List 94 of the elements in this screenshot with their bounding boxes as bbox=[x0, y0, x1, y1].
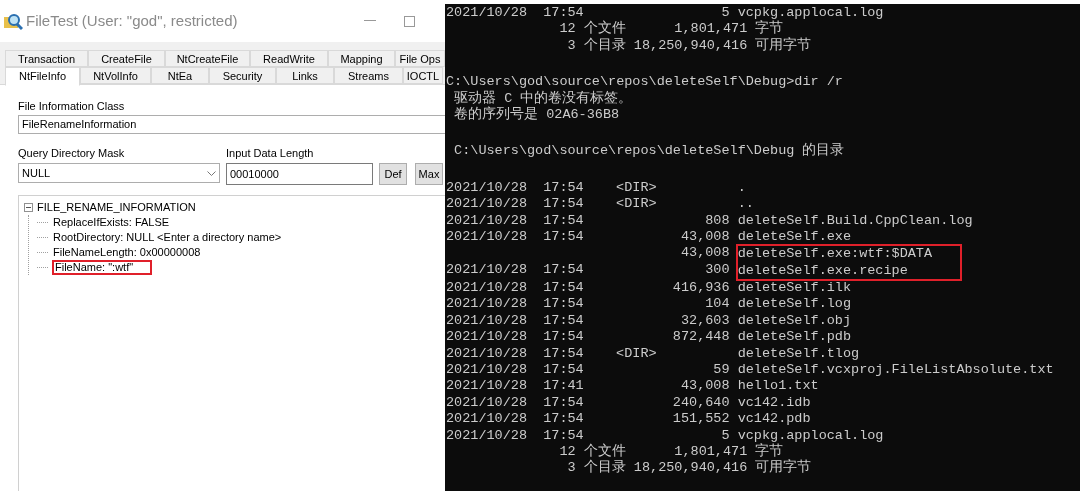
console-text: 2021/10/28 17:54 bbox=[446, 296, 584, 313]
collapse-icon[interactable] bbox=[24, 203, 33, 212]
console-text: 2021/10/28 17:54 bbox=[446, 345, 584, 363]
tab[interactable]: Transaction bbox=[5, 50, 88, 67]
field-label: File Information Class bbox=[18, 99, 126, 113]
file-name: vcpkg.applocal.log bbox=[737, 427, 884, 443]
tab[interactable]: ReadWrite bbox=[250, 50, 328, 67]
console-text: 43,008 bbox=[679, 378, 731, 395]
console-text: 2021/10/28 17:54 bbox=[446, 261, 584, 279]
console-text: 43,008 bbox=[679, 228, 731, 246]
console-text: 2021/10/28 17:54 bbox=[446, 280, 584, 297]
console-text: 2021/10/28 17:54 bbox=[446, 179, 584, 197]
console-text: 2021/10/28 17:54 bbox=[446, 394, 584, 412]
tree-item[interactable]: FILE_RENAME_INFORMATION bbox=[36, 199, 197, 216]
tab[interactable]: NtVolInfo bbox=[80, 67, 151, 84]
console-text: C:\Users\god\source\repos\deleteSelf\Debug>dir /r bbox=[446, 74, 844, 90]
console-text: 2021/10/28 17:54 bbox=[446, 212, 584, 229]
dropdown[interactable]: NULL bbox=[18, 163, 220, 183]
caret-icon bbox=[207, 170, 216, 176]
window-title: FileTest (User: "god", restricted) bbox=[26, 10, 238, 31]
console-text: 808 bbox=[704, 212, 731, 229]
console-text: 5 bbox=[720, 427, 731, 444]
console-text: 59 bbox=[712, 362, 731, 379]
console-text: 416,936 bbox=[671, 280, 731, 297]
console-text: 2021/10/28 17:54 bbox=[446, 329, 584, 346]
tab[interactable]: Security bbox=[209, 67, 276, 84]
tab[interactable]: IOCTL bbox=[403, 67, 443, 84]
file-name: vc142.idb bbox=[737, 394, 811, 412]
tab[interactable]: Mapping bbox=[328, 50, 395, 67]
console-text: 12 个文件 1,801,471 字节 bbox=[558, 444, 785, 459]
file-name: deleteSelf.exe.recipe bbox=[737, 262, 909, 280]
tree-item[interactable]: RootDirectory: NULL <Enter a directory name> bbox=[52, 229, 283, 246]
console-text: 151,552 bbox=[671, 411, 731, 428]
tab[interactable]: NtCreateFile bbox=[165, 50, 250, 67]
maximize-icon[interactable] bbox=[404, 15, 415, 27]
file-name: deleteSelf.log bbox=[737, 296, 852, 313]
console-text: 2021/10/28 17:54 bbox=[446, 228, 584, 246]
file-name: deleteSelf.pdb bbox=[737, 329, 852, 346]
console-text: <DIR> bbox=[615, 179, 658, 197]
tab[interactable]: NtEa bbox=[151, 67, 209, 84]
file-name: .. bbox=[737, 196, 754, 213]
console-text: 2021/10/28 17:54 bbox=[446, 411, 584, 428]
console-text: 2021/10/28 17:54 bbox=[446, 312, 584, 330]
connector-line bbox=[37, 252, 49, 253]
dropdown[interactable]: FileRenameInformation bbox=[18, 115, 445, 134]
app-icon bbox=[3, 11, 23, 31]
file-name: deleteSelf.ilk bbox=[737, 280, 852, 297]
file-name: deleteSelf.exe:wtf:$DATA bbox=[737, 246, 933, 263]
input-field[interactable]: 00010000 bbox=[226, 163, 373, 185]
console-text: 104 bbox=[704, 296, 731, 313]
console-text: 5 bbox=[720, 5, 731, 22]
tab[interactable]: File Ops bbox=[395, 50, 445, 67]
tab[interactable]: Streams bbox=[334, 67, 403, 84]
file-name: . bbox=[737, 179, 746, 197]
button[interactable]: Def bbox=[379, 163, 407, 185]
button[interactable]: Max bbox=[415, 163, 443, 185]
console-text: 2021/10/28 17:54 bbox=[446, 196, 584, 213]
tab[interactable]: Links bbox=[276, 67, 334, 84]
console-text: 32,603 bbox=[679, 312, 731, 330]
tab[interactable]: CreateFile bbox=[88, 50, 165, 67]
file-name: deleteSelf.exe bbox=[737, 228, 852, 246]
console-text: 872,448 bbox=[671, 329, 731, 346]
console-text: 300 bbox=[704, 261, 731, 279]
file-name: deleteSelf.obj bbox=[737, 312, 852, 330]
minimize-icon[interactable] bbox=[364, 20, 376, 22]
console-text: 3 个目录 18,250,940,416 可用字节 bbox=[566, 460, 813, 477]
file-name: vc142.pdb bbox=[737, 411, 811, 428]
connector-line bbox=[37, 222, 49, 223]
console-text: <DIR> bbox=[615, 196, 658, 213]
file-name: deleteSelf.Build.CppClean.log bbox=[737, 212, 973, 229]
tab[interactable]: NtFileInfo bbox=[5, 67, 80, 86]
file-name: deleteSelf.vcxproj.FileListAbsolute.txt bbox=[737, 362, 1054, 379]
console-text: 43,008 bbox=[679, 245, 731, 262]
tree-item[interactable]: FileNameLength: 0x00000008 bbox=[52, 244, 202, 261]
file-name: deleteSelf.tlog bbox=[737, 345, 860, 363]
tree-item[interactable]: ReplaceIfExists: FALSE bbox=[52, 214, 171, 231]
console-text: 240,640 bbox=[671, 394, 731, 412]
connector-line bbox=[37, 267, 49, 268]
field-label: Query Directory Mask bbox=[18, 146, 126, 160]
console-text: C:\Users\god\source\repos\deleteSelf\Debug 的目录 bbox=[453, 143, 846, 160]
console-text: 卷的序列号是 02A6-36B8 bbox=[453, 106, 621, 124]
file-name: vcpkg.applocal.log bbox=[737, 5, 884, 20]
console-text: 2021/10/28 17:41 bbox=[446, 378, 584, 395]
tree-item[interactable]: FileName: ":wtf" bbox=[52, 260, 152, 275]
connector-line bbox=[37, 237, 49, 238]
console-text: 2021/10/28 17:54 bbox=[446, 362, 584, 379]
console-text: 2021/10/28 17:54 bbox=[446, 427, 584, 444]
console-text: <DIR> bbox=[615, 345, 658, 363]
field-label: Input Data Length bbox=[226, 146, 315, 160]
console-text: 3 个目录 18,250,940,416 可用字节 bbox=[566, 37, 813, 55]
console-text: 驱动器 C 中的卷没有标签。 bbox=[453, 90, 634, 106]
console-text: 12 个文件 1,801,471 字节 bbox=[558, 21, 785, 37]
file-name: hello1.txt bbox=[737, 378, 819, 395]
console-text: 2021/10/28 17:54 bbox=[446, 5, 584, 22]
